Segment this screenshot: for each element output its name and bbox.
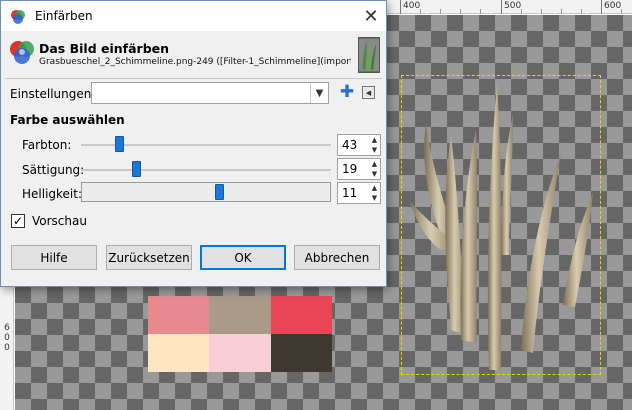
lightness-label: Helligkeit: [22,187,83,201]
ok-button[interactable]: OK [200,245,286,270]
dialog-header: Das Bild einfärben Grasbueschel_2_Schimm… [1,32,386,77]
ruler-minor-tick [420,9,421,14]
lightness-slider-thumb[interactable] [215,184,224,200]
colorize-icon [11,10,25,24]
spin-down-icon[interactable]: ▼ [369,169,380,179]
ruler-minor-tick [561,9,562,14]
spin-up-icon[interactable]: ▲ [369,159,380,169]
spin-up-icon[interactable]: ▲ [369,135,380,145]
hue-slider-thumb[interactable] [115,136,124,152]
spin-down-icon[interactable]: ▼ [369,145,380,155]
palette-swatch [148,296,210,334]
preview-label: Vorschau [32,214,87,228]
hue-label: Farbton: [22,138,72,152]
ruler-minor-tick [460,9,461,14]
ruler-label: 400 [403,1,421,11]
ruler-minor-tick [521,9,522,14]
header-subtitle: Grasbueschel_2_Schimmeline.png-249 ([Fil… [39,57,351,67]
ruler-minor-tick [440,9,441,14]
cancel-button[interactable]: Abbrechen [294,245,380,270]
menu-arrow-icon[interactable]: ◀ [362,86,375,99]
section-title: Farbe auswählen [10,113,125,127]
ruler-major-tick [400,0,401,14]
ruler-major-tick [601,0,602,14]
help-button[interactable]: Hilfe [11,245,97,270]
colorize-dialog: Einfärben ✕ Das Bild einfärben Grasbuesc… [0,0,387,287]
hue-slider[interactable] [81,136,331,152]
saturation-slider-thumb[interactable] [132,161,141,177]
preview-checkbox[interactable]: ✓ [11,214,25,228]
close-button[interactable]: ✕ [358,4,384,28]
palette-swatch [270,296,332,334]
saturation-spinbox[interactable]: 19 ▲ ▼ [337,158,381,180]
palette-swatch [209,296,271,334]
dialog-titlebar[interactable]: Einfärben ✕ [1,1,386,31]
header-divider [5,78,382,79]
dialog-title: Einfärben [35,9,93,23]
ruler-label: 6 [4,323,10,333]
ruler-minor-tick [621,9,622,14]
lightness-spinbox[interactable]: 11 ▲ ▼ [337,182,381,204]
chevron-down-icon: ▼ [310,83,328,103]
settings-label: Einstellungen: [10,87,96,101]
hue-value: 43 [342,138,358,152]
reset-button[interactable]: Zurücksetzen [106,245,192,270]
color-palette-layer [148,296,332,372]
spin-up-icon[interactable]: ▲ [369,183,380,193]
palette-swatch [148,334,210,372]
lightness-value: 11 [342,186,358,200]
saturation-value: 19 [342,162,358,176]
header-title: Das Bild einfärben [39,41,170,56]
settings-combo[interactable]: ▼ [91,82,329,104]
palette-swatch [209,334,271,372]
ruler-minor-tick [581,9,582,14]
ruler-major-tick [501,0,502,14]
colorize-large-icon [10,41,34,64]
ruler-label: 0 [4,343,10,353]
saturation-label: Sättigung: [22,163,85,177]
ruler-label: 0 [4,333,10,343]
spin-down-icon[interactable]: ▼ [369,193,380,203]
ruler-label: 600 [604,1,622,11]
plus-icon[interactable]: ✚ [339,84,355,101]
layer-thumbnail [358,37,380,73]
saturation-slider[interactable] [81,161,331,177]
ruler-minor-tick [480,9,481,14]
close-icon: ✕ [363,5,379,27]
lightness-slider[interactable] [81,182,331,202]
ruler-label: 500 [504,1,522,11]
layer-boundary [401,75,601,375]
ruler-minor-tick [541,9,542,14]
palette-swatch [270,334,332,372]
hue-spinbox[interactable]: 43 ▲ ▼ [337,134,381,156]
